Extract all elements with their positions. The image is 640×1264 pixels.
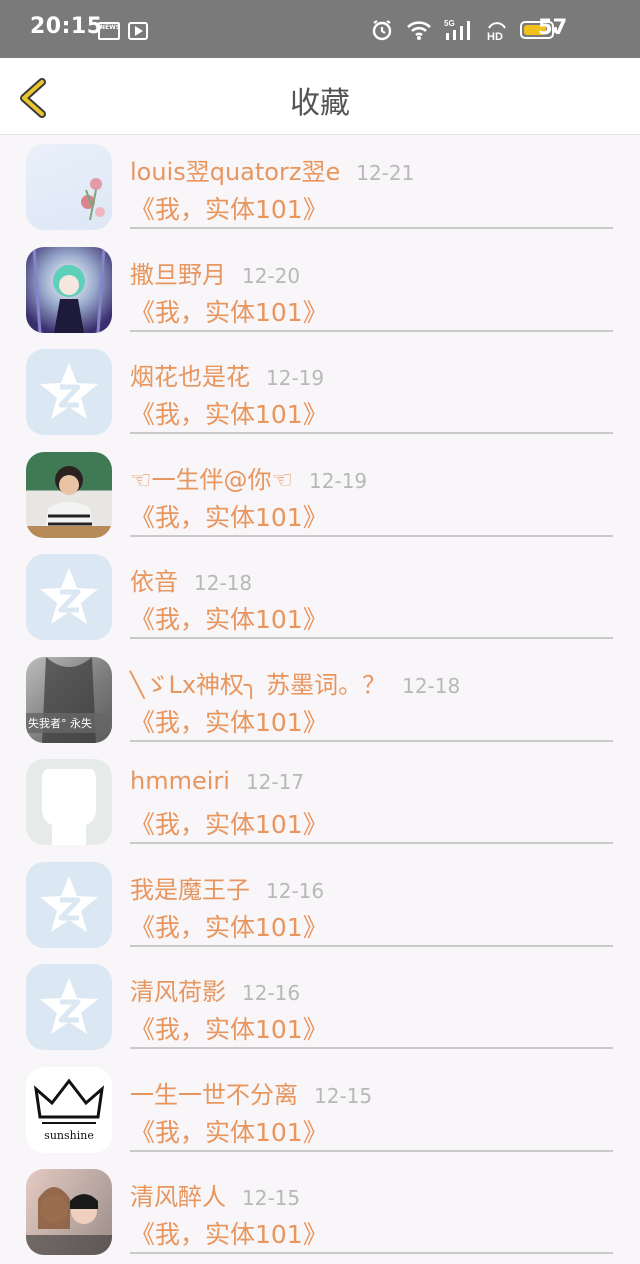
user-name-text: 依音	[130, 568, 178, 596]
user-name: ☜一生伴@你☜ 12-19	[130, 460, 367, 495]
status-right-icons: 5G HD	[370, 18, 557, 42]
date-label: 12-15	[314, 1083, 373, 1108]
signal-5g-icon: 5G	[444, 19, 470, 40]
alarm-icon	[372, 20, 392, 41]
avatar[interactable]: sunshine	[26, 1066, 112, 1153]
user-name: 我是魔王子 12-16	[130, 870, 324, 905]
avatar[interactable]	[26, 246, 112, 333]
favorites-list: louis翌quatorz翌e 12-21 《我，实体101》 撒旦野月 12-20 《我…	[0, 136, 640, 1264]
user-name-text: 撒旦野月	[130, 260, 226, 289]
user-name: 撒旦野月 12-20	[130, 255, 300, 290]
favorite-list-item[interactable]: hmmeiri 12-17 《我，实体101》	[0, 751, 640, 854]
user-name: 一生一世不分离 12-15	[130, 1075, 372, 1110]
favorite-list-item[interactable]: 依音 12-18 《我，实体101》	[0, 546, 640, 649]
date-label: 12-15	[242, 1186, 301, 1210]
favorite-list-item[interactable]: louis翌quatorz翌e 12-21 《我，实体101》	[0, 136, 640, 239]
work-title: 《我，实体101》	[130, 1015, 328, 1044]
date-label: 12-18	[194, 571, 253, 595]
favorite-list-item[interactable]: 清风醉人 12-15 《我，实体101》	[0, 1161, 640, 1264]
signal-5g-label: 5G	[444, 19, 455, 28]
divider	[130, 842, 613, 844]
avatar[interactable]	[26, 554, 112, 640]
avatar-caption: 失我者° 永失	[28, 716, 92, 730]
user-name-text: 一生一世不分离	[130, 1080, 298, 1109]
divider	[130, 944, 613, 947]
user-name-text: 清风醉人	[130, 1183, 226, 1211]
divider	[130, 739, 613, 742]
date-label: 12-20	[242, 263, 301, 288]
work-title: 《我，实体101》	[130, 1117, 328, 1147]
nav-bar: 收藏	[0, 58, 640, 135]
date-label: 12-16	[242, 981, 301, 1005]
svg-text:HD: HD	[487, 31, 503, 42]
date-label: 12-17	[245, 770, 305, 794]
user-name-text: ╲ゞLx神权╮ 苏墨词。？	[130, 670, 387, 699]
avatar-caption: sunshine	[44, 1128, 94, 1142]
date-label: 12-18	[402, 673, 461, 698]
avatar[interactable]	[26, 759, 112, 845]
status-bar: 20:15 NEWS 5G HD 57	[0, 0, 640, 58]
date-label: 12-21	[356, 161, 415, 185]
work-title: 《我，实体101》	[130, 912, 328, 942]
divider	[130, 534, 613, 537]
user-name-text: 清风荷影	[130, 978, 226, 1006]
favorite-list-item[interactable]: sunshine 一生一世不分离 12-15 《我，实体101》	[0, 1059, 640, 1162]
user-name: hmmeiri 12-17	[130, 767, 304, 795]
wifi-icon	[407, 21, 431, 40]
user-name-text: hmmeiri	[130, 767, 230, 795]
user-name: 清风荷影 12-16	[130, 972, 300, 1007]
news-app-icon: NEWS	[98, 22, 120, 40]
user-name: 依音 12-18	[130, 562, 252, 597]
favorite-list-item[interactable]: ☜一生伴@你☜ 12-19 《我，实体101》	[0, 444, 640, 547]
avatar[interactable]	[26, 451, 112, 538]
user-name-text: ☜一生伴@你☜	[130, 465, 294, 494]
avatar[interactable]	[26, 964, 112, 1050]
date-label: 12-19	[309, 468, 368, 493]
date-label: 12-19	[266, 366, 325, 390]
favorite-list-item[interactable]: 撒旦野月 12-20 《我，实体101》	[0, 239, 640, 342]
divider	[130, 432, 613, 434]
avatar[interactable]	[26, 144, 112, 230]
user-name: 烟花也是花 12-19	[130, 357, 324, 392]
work-title: 《我，实体101》	[130, 400, 328, 429]
work-title: 《我，实体101》	[130, 502, 328, 532]
user-name-text: 烟花也是花	[130, 363, 250, 391]
avatar[interactable]	[26, 349, 112, 435]
divider	[130, 329, 613, 332]
divider	[130, 1047, 613, 1049]
favorite-list-item[interactable]: 清风荷影 12-16 《我，实体101》	[0, 956, 640, 1059]
favorite-list-item[interactable]: 我是魔王子 12-16 《我，实体101》	[0, 854, 640, 957]
work-title: 《我，实体101》	[130, 1220, 328, 1249]
work-title: 《我，实体101》	[130, 810, 328, 839]
user-name-text: louis翌quatorz翌e	[130, 158, 341, 186]
divider	[130, 1149, 613, 1152]
user-name: louis翌quatorz翌e 12-21	[130, 152, 414, 187]
work-title: 《我，实体101》	[130, 605, 328, 634]
hd-icon: HD	[487, 22, 506, 42]
user-name-text: 我是魔王子	[130, 875, 250, 904]
status-left-icons: NEWS	[98, 22, 148, 40]
play-store-icon	[128, 22, 148, 40]
divider	[130, 227, 613, 229]
work-title: 《我，实体101》	[130, 707, 328, 737]
battery-percent: 57	[538, 15, 568, 39]
user-name: ╲ゞLx神权╮ 苏墨词。？ 12-18	[130, 665, 460, 700]
avatar[interactable]	[26, 861, 112, 948]
status-time: 20:15	[30, 14, 103, 39]
user-name: 清风醉人 12-15	[130, 1177, 300, 1212]
divider	[130, 1252, 613, 1254]
page-title: 收藏	[290, 86, 350, 121]
work-title: 《我，实体101》	[130, 195, 328, 224]
favorite-list-item[interactable]: 失我者° 永失 ╲ゞLx神权╮ 苏墨词。？ 12-18 《我，实体101》	[0, 649, 640, 752]
work-title: 《我，实体101》	[130, 297, 328, 327]
favorite-list-item[interactable]: 烟花也是花 12-19 《我，实体101》	[0, 341, 640, 444]
date-label: 12-16	[266, 878, 325, 903]
divider	[130, 637, 613, 639]
avatar[interactable]	[26, 1169, 112, 1255]
avatar[interactable]: 失我者° 永失	[26, 656, 112, 743]
